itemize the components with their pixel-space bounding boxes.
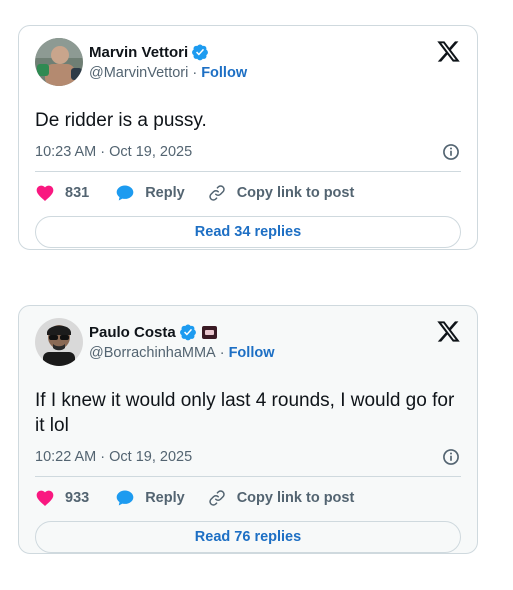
tweet-text: If I knew it would only last 4 rounds, I… — [35, 390, 455, 436]
avatar[interactable] — [35, 38, 83, 86]
copy-link-button[interactable]: Copy link to post — [207, 183, 355, 203]
separator-dot: · — [219, 345, 225, 361]
reply-bubble-icon — [116, 490, 134, 506]
read-replies-button[interactable]: Read 76 replies — [35, 521, 461, 553]
heart-icon — [36, 185, 54, 201]
tweet-actions: 831 Reply Copy link to post — [35, 173, 461, 213]
reply-label: Reply — [145, 490, 185, 506]
link-icon — [208, 490, 225, 506]
reply-label: Reply — [145, 185, 185, 201]
follow-button[interactable]: Follow — [229, 345, 275, 361]
tweet-card: Marvin Vettori @MarvinVettori · Follow De … — [18, 25, 478, 250]
x-logo-icon[interactable] — [436, 39, 461, 64]
affiliate-badge-icon[interactable] — [201, 325, 217, 339]
verified-badge-icon — [179, 324, 196, 341]
x-logo-icon[interactable] — [436, 319, 461, 344]
tweet-timestamp[interactable]: 10:23 AM · Oct 19, 2025 — [35, 144, 192, 160]
avatar[interactable] — [35, 318, 83, 366]
tweet-card: Paulo Costa @BorrachinhaMMA · Follow If I … — [18, 305, 478, 554]
tweet-header: Paulo Costa @BorrachinhaMMA · Follow — [35, 318, 461, 370]
copy-link-label: Copy link to post — [236, 490, 355, 506]
copy-link-label: Copy link to post — [236, 185, 355, 201]
info-icon[interactable] — [441, 142, 461, 162]
reply-button[interactable]: Reply — [115, 488, 185, 508]
read-replies-button[interactable]: Read 34 replies — [35, 216, 461, 248]
author-name[interactable]: Marvin Vettori — [89, 44, 188, 61]
link-icon — [208, 185, 225, 201]
info-icon[interactable] — [441, 447, 461, 467]
verified-badge-icon — [192, 44, 209, 61]
copy-link-button[interactable]: Copy link to post — [207, 488, 355, 508]
like-button[interactable]: 831 — [35, 183, 89, 203]
author-name[interactable]: Paulo Costa — [89, 324, 176, 341]
follow-button[interactable]: Follow — [201, 65, 247, 81]
tweet-timestamp[interactable]: 10:22 AM · Oct 19, 2025 — [35, 449, 192, 465]
tweet-actions: 933 Reply Copy link to post — [35, 478, 461, 518]
heart-icon — [36, 490, 54, 506]
reply-button[interactable]: Reply — [115, 183, 185, 203]
tweet-header: Marvin Vettori @MarvinVettori · Follow — [35, 38, 461, 90]
separator-dot: · — [192, 65, 198, 81]
like-button[interactable]: 933 — [35, 488, 89, 508]
tweet-text: De ridder is a pussy. — [35, 110, 207, 131]
like-count: 831 — [65, 185, 90, 201]
reply-bubble-icon — [116, 185, 134, 201]
author-handle[interactable]: @MarvinVettori — [89, 65, 188, 81]
author-handle[interactable]: @BorrachinhaMMA — [89, 345, 216, 361]
like-count: 933 — [65, 490, 90, 506]
